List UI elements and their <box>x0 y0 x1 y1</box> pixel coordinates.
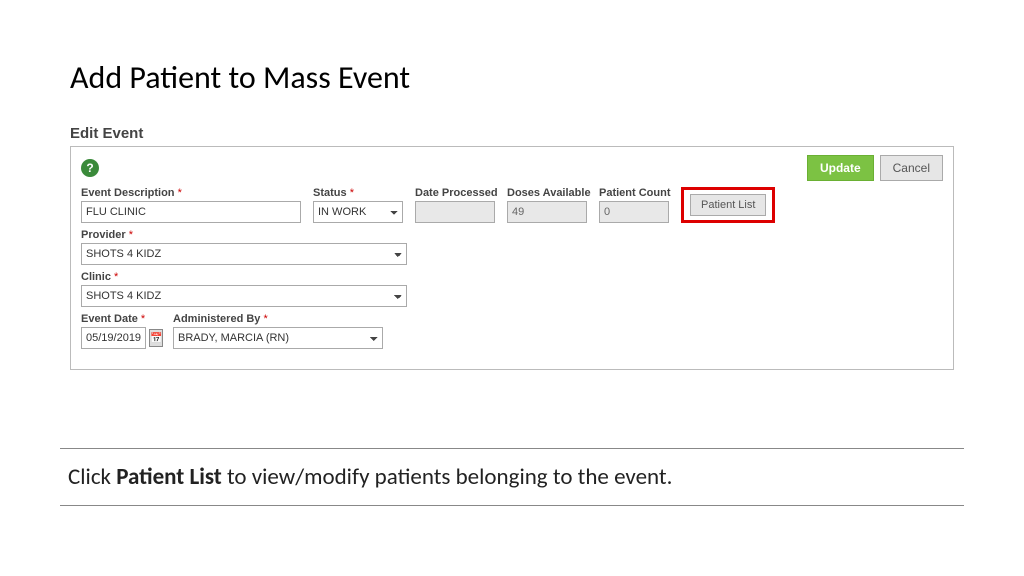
instruction-callout: Click Patient List to view/modify patien… <box>60 448 964 506</box>
event-date-label: Event Date * <box>81 313 161 325</box>
doses-available-input <box>507 201 587 223</box>
patient-count-input <box>599 201 669 223</box>
cancel-button[interactable]: Cancel <box>880 155 943 181</box>
event-description-input[interactable] <box>81 201 301 223</box>
patient-list-button[interactable]: Patient List <box>690 194 766 216</box>
date-processed-input <box>415 201 495 223</box>
page-title: Add Patient to Mass Event <box>70 58 954 97</box>
form-heading: Edit Event <box>70 125 954 142</box>
update-button[interactable]: Update <box>807 155 874 181</box>
instruction-bold: Patient List <box>116 463 222 491</box>
date-processed-label: Date Processed <box>415 187 495 199</box>
clinic-select[interactable]: SHOTS 4 KIDZ <box>81 285 407 307</box>
provider-label: Provider * <box>81 229 407 241</box>
instruction-prefix: Click <box>68 463 116 491</box>
patient-list-highlight: Patient List <box>681 187 775 223</box>
event-description-label: Event Description * <box>81 187 301 199</box>
clinic-label: Clinic * <box>81 271 407 283</box>
status-label: Status * <box>313 187 403 199</box>
edit-event-panel: ? Update Cancel Event Description * Stat… <box>70 146 954 370</box>
event-date-input[interactable] <box>81 327 146 349</box>
instruction-suffix: to view/modify patients belonging to the… <box>222 463 673 491</box>
administered-by-select[interactable]: BRADY, MARCIA (RN) <box>173 327 383 349</box>
doses-available-label: Doses Available <box>507 187 587 199</box>
patient-count-label: Patient Count <box>599 187 669 199</box>
status-select[interactable]: IN WORK <box>313 201 403 223</box>
provider-select[interactable]: SHOTS 4 KIDZ <box>81 243 407 265</box>
help-icon[interactable]: ? <box>81 159 99 177</box>
calendar-icon[interactable]: 📅 <box>149 329 163 347</box>
administered-by-label: Administered By * <box>173 313 383 325</box>
